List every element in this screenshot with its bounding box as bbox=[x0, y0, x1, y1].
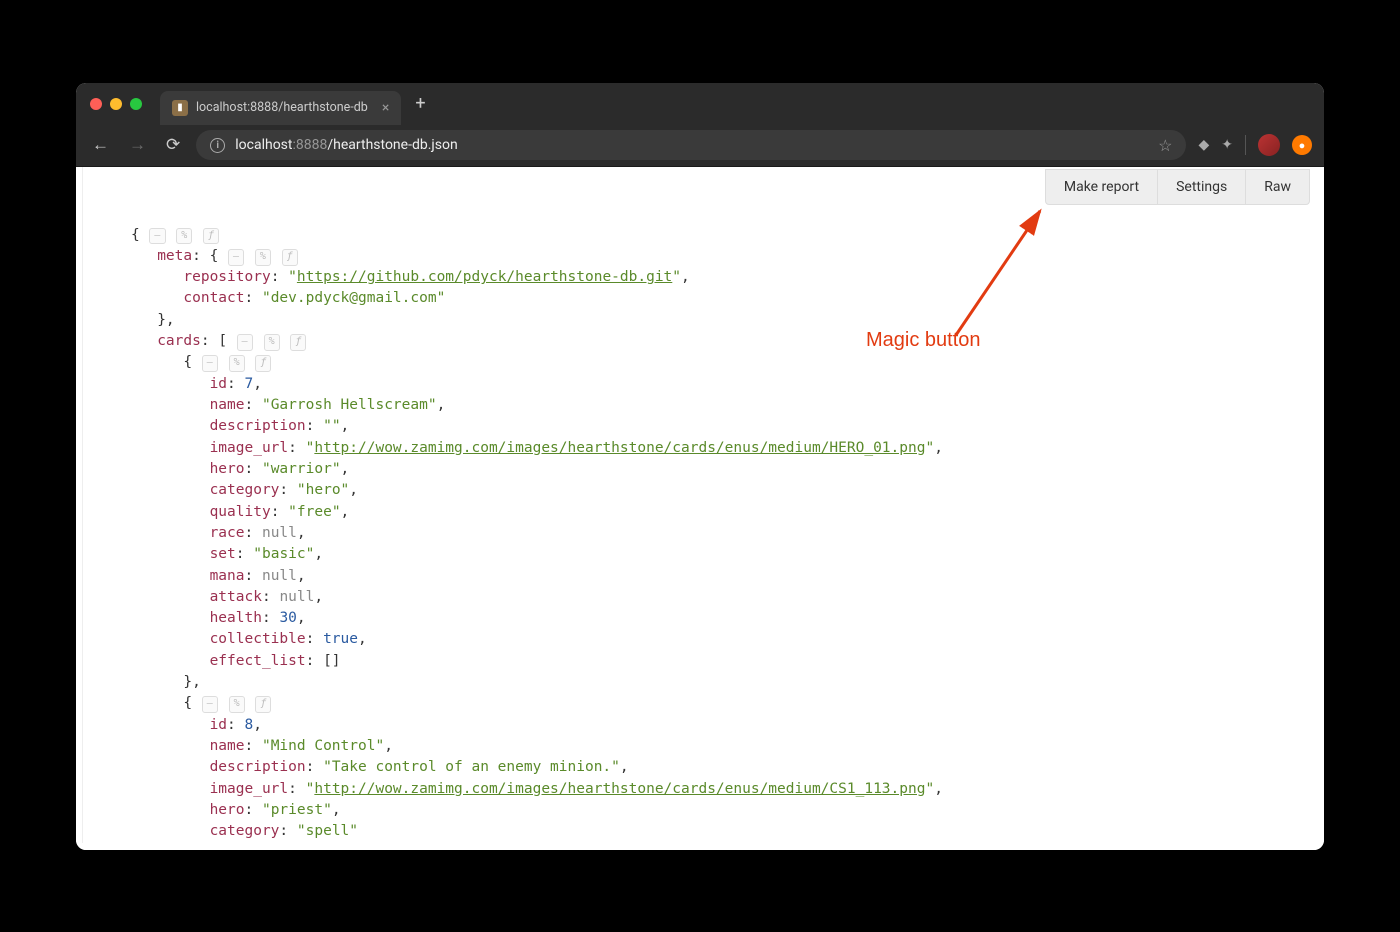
new-tab-button[interactable]: + bbox=[415, 93, 425, 114]
profile-avatar[interactable] bbox=[1258, 134, 1280, 156]
percent-icon[interactable]: % bbox=[229, 355, 245, 372]
extension-icon-2[interactable]: ✦ bbox=[1221, 137, 1233, 153]
separator bbox=[1245, 135, 1246, 155]
fn-icon[interactable]: ƒ bbox=[255, 355, 271, 372]
percent-icon[interactable]: % bbox=[264, 334, 280, 351]
favicon-icon: ▮ bbox=[172, 100, 188, 116]
forward-button[interactable]: → bbox=[125, 131, 150, 159]
collapse-icon[interactable]: – bbox=[237, 334, 253, 351]
address-bar-row: ← → ⟳ i localhost:8888/hearthstone-db.js… bbox=[76, 125, 1324, 167]
repository-link[interactable]: https://github.com/pdyck/hearthstone-db.… bbox=[297, 269, 672, 285]
json-toolbar: Make report Settings Raw bbox=[1045, 169, 1310, 205]
tab-title: localhost:8888/hearthstone-db bbox=[196, 100, 368, 115]
json-viewer: { – % ƒ meta: { – % ƒ repository: "https… bbox=[82, 167, 1324, 843]
percent-icon[interactable]: % bbox=[229, 696, 245, 713]
collapse-icon[interactable]: – bbox=[202, 355, 218, 372]
collapse-icon[interactable]: – bbox=[149, 228, 165, 245]
collapse-icon[interactable]: – bbox=[228, 249, 244, 266]
fn-icon[interactable]: ƒ bbox=[255, 696, 271, 713]
window-controls bbox=[90, 98, 142, 110]
image-url-link[interactable]: http://wow.zamimg.com/images/hearthstone… bbox=[314, 440, 925, 456]
close-tab-icon[interactable]: × bbox=[382, 100, 389, 116]
extension-icon-1[interactable]: ◆ bbox=[1198, 137, 1209, 153]
reload-button[interactable]: ⟳ bbox=[162, 131, 184, 159]
annotation-label: Magic button bbox=[866, 329, 981, 352]
page-content: Make report Settings Raw Magic button { … bbox=[76, 167, 1324, 850]
address-field[interactable]: i localhost:8888/hearthstone-db.json ☆ bbox=[196, 130, 1186, 160]
fn-icon[interactable]: ƒ bbox=[290, 334, 306, 351]
browser-window: ▮ localhost:8888/hearthstone-db × + ← → … bbox=[76, 83, 1324, 850]
bookmark-icon[interactable]: ☆ bbox=[1158, 136, 1172, 155]
titlebar: ▮ localhost:8888/hearthstone-db × + bbox=[76, 83, 1324, 125]
fn-icon[interactable]: ƒ bbox=[203, 228, 219, 245]
maximize-window-button[interactable] bbox=[130, 98, 142, 110]
percent-icon[interactable]: % bbox=[255, 249, 271, 266]
minimize-window-button[interactable] bbox=[110, 98, 122, 110]
close-window-button[interactable] bbox=[90, 98, 102, 110]
collapse-icon[interactable]: – bbox=[202, 696, 218, 713]
url-text: localhost:8888/hearthstone-db.json bbox=[235, 137, 457, 153]
notification-badge[interactable]: ● bbox=[1292, 135, 1312, 155]
browser-tab[interactable]: ▮ localhost:8888/hearthstone-db × bbox=[160, 91, 401, 125]
site-info-icon[interactable]: i bbox=[210, 138, 225, 153]
percent-icon[interactable]: % bbox=[176, 228, 192, 245]
raw-button[interactable]: Raw bbox=[1246, 170, 1309, 204]
image-url-link[interactable]: http://wow.zamimg.com/images/hearthstone… bbox=[314, 781, 925, 797]
back-button[interactable]: ← bbox=[88, 131, 113, 159]
make-report-button[interactable]: Make report bbox=[1046, 170, 1158, 204]
settings-button[interactable]: Settings bbox=[1158, 170, 1246, 204]
fn-icon[interactable]: ƒ bbox=[282, 249, 298, 266]
